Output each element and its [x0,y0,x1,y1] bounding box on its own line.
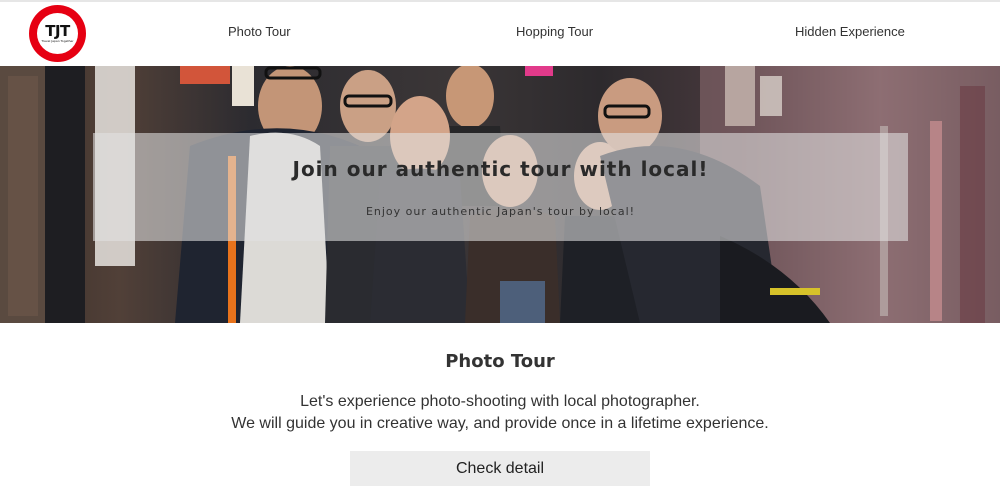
site-header: TJT Travel Japan Together Photo Tour Hop… [0,2,1000,66]
nav-hopping-tour[interactable]: Hopping Tour [516,24,593,39]
section-description: Let's experience photo-shooting with loc… [0,391,1000,435]
logo-text: TJT [45,22,70,40]
hero-title: Join our authentic tour with local! [292,157,709,181]
hero-subtitle: Enjoy our authentic Japan's tour by loca… [365,205,636,218]
logo-inner: TJT Travel Japan Together [37,13,78,54]
logo-subtext: Travel Japan Together [41,39,74,43]
section-title: Photo Tour [445,351,555,372]
check-detail-button[interactable]: Check detail [350,451,650,486]
hero-caption-box: Join our authentic tour with local! Enjo… [93,133,908,241]
nav-hidden-experience[interactable]: Hidden Experience [795,24,905,39]
nav-photo-tour[interactable]: Photo Tour [228,24,291,39]
hero-banner: Join our authentic tour with local! Enjo… [0,66,1000,323]
site-logo[interactable]: TJT Travel Japan Together [29,5,86,62]
section-description-line-2: We will guide you in creative way, and p… [231,415,769,432]
section-description-line-1: Let's experience photo-shooting with loc… [300,393,700,410]
